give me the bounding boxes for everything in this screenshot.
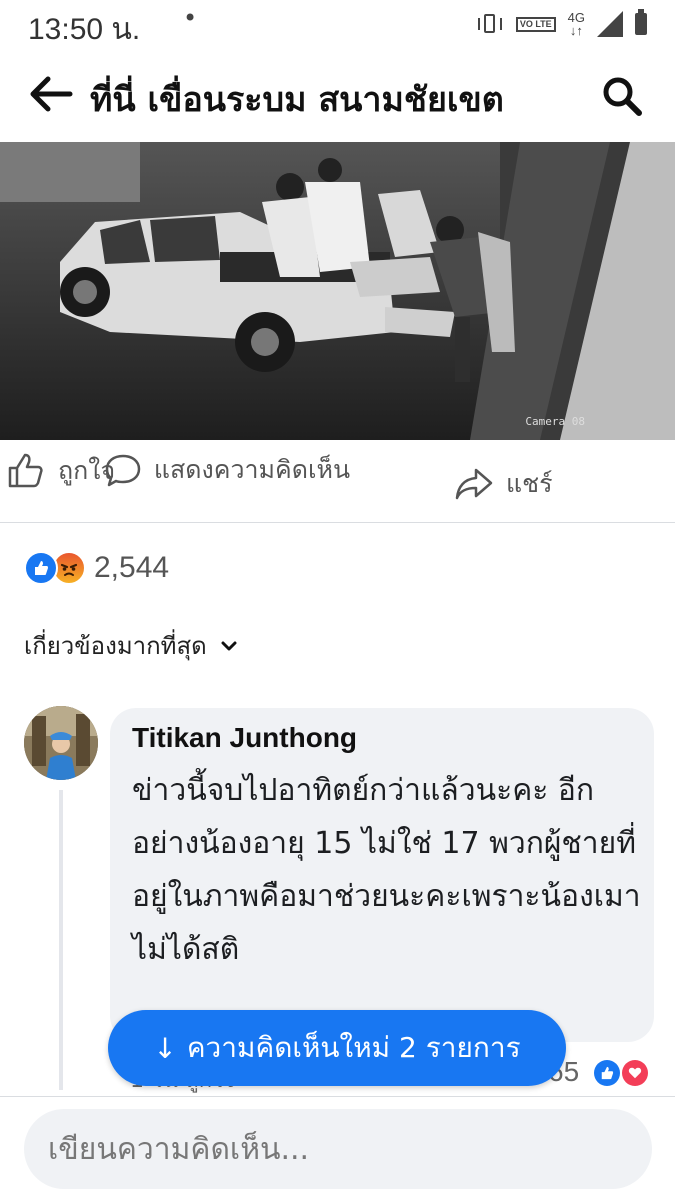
battery-icon xyxy=(635,9,647,35)
divider xyxy=(0,522,675,523)
reactions-summary[interactable]: 2,544 xyxy=(24,548,169,588)
cctv-image xyxy=(0,142,675,440)
app-header: ที่นี่ เขื่อนระบม สนามชัยเขต xyxy=(0,60,675,130)
vibrate-icon xyxy=(476,12,504,36)
comment-sort-dropdown[interactable]: เกี่ยวข้องมากที่สุด xyxy=(24,626,237,665)
search-icon[interactable] xyxy=(600,74,644,118)
page-title: ที่นี่ เขื่อนระบม สนามชัยเขต xyxy=(90,80,504,120)
sort-label: เกี่ยวข้องมากที่สุด xyxy=(24,632,207,660)
status-icons: VO LTE 4G ↓↑ xyxy=(476,9,647,38)
post-photo[interactable]: Camera 08 xyxy=(0,142,675,440)
thumbs-up-icon xyxy=(8,453,43,488)
share-label: แชร์ xyxy=(506,469,553,498)
signal-icon xyxy=(597,11,623,37)
thread-line xyxy=(59,790,63,1090)
reaction-count: 2,544 xyxy=(94,551,170,584)
comment-bubble-icon xyxy=(105,454,141,487)
comment-composer xyxy=(0,1096,675,1201)
love-reaction-icon xyxy=(622,1060,648,1086)
status-bar: 13:50 น. • VO LTE 4G ↓↑ xyxy=(0,0,675,50)
volte-icon: VO LTE xyxy=(515,16,556,32)
chevron-down-icon xyxy=(221,641,237,650)
like-reaction-icon xyxy=(24,551,58,585)
arrow-down-icon: ↓ xyxy=(153,1031,177,1065)
camera-label: Camera 08 xyxy=(525,415,585,428)
post-actions: ถูกใจ แสดงความคิดเห็น แชร์ xyxy=(0,446,675,522)
notification-dot: • xyxy=(183,4,198,32)
like-button[interactable]: ถูกใจ xyxy=(6,452,116,490)
new-comments-button[interactable]: ↓ ความคิดเห็นใหม่ 2 รายการ xyxy=(108,1010,566,1086)
network-label: 4G xyxy=(567,10,585,25)
avatar[interactable] xyxy=(24,706,98,780)
comment-input[interactable] xyxy=(24,1109,652,1189)
back-arrow-icon[interactable] xyxy=(28,74,74,114)
like-label: ถูกใจ xyxy=(58,456,116,485)
comment-text: ข่าวนี้จบไปอาทิตย์กว่าแล้วนะคะ อีกอย่างน… xyxy=(132,773,641,967)
comment-button[interactable]: แสดงความคิดเห็น xyxy=(104,450,352,490)
new-comments-label: ความคิดเห็นใหม่ 2 รายการ xyxy=(186,1031,521,1064)
comment-author[interactable]: Titikan Junthong xyxy=(132,722,357,754)
like-reaction-icon xyxy=(594,1060,620,1086)
share-button[interactable]: แชร์ xyxy=(454,464,553,504)
comment-bubble[interactable]: Titikan Junthong ข่าวนี้จบไปอาทิตย์กว่าแ… xyxy=(110,708,654,1042)
4g-icon: 4G ↓↑ xyxy=(567,10,585,38)
share-arrow-icon xyxy=(455,468,493,500)
comment-label: แสดงความคิดเห็น xyxy=(153,455,351,484)
status-time: 13:50 น. xyxy=(28,13,141,46)
